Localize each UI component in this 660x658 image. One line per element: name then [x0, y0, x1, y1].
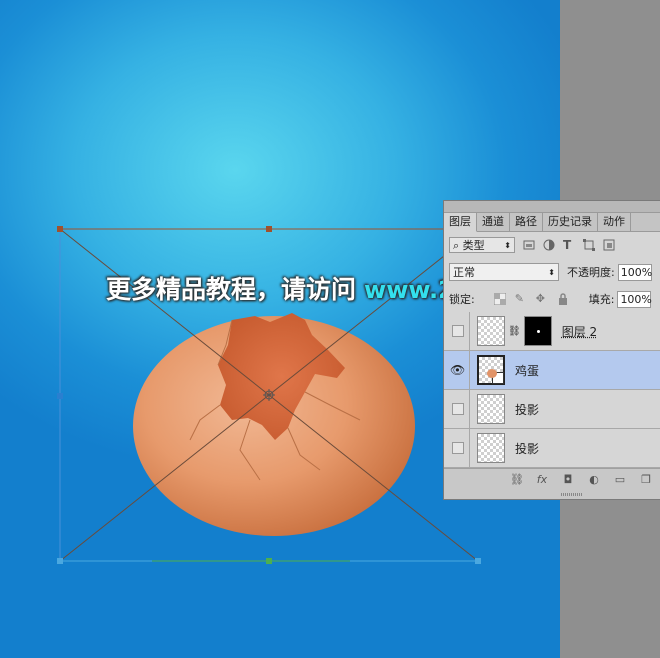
- layers-panel: 图层 通道 路径 历史记录 动作 ⌕ 类型 ⬍ T 正常 ⬍ 不透明度: 100…: [443, 200, 660, 500]
- chevron-updown-icon: ⬍: [504, 241, 511, 250]
- layer-mask-thumbnail[interactable]: [523, 316, 552, 346]
- adjustment-layer-icon[interactable]: ◐: [588, 474, 600, 486]
- layer-name[interactable]: 投影: [515, 401, 539, 418]
- layer-row[interactable]: 投影: [444, 429, 660, 468]
- visibility-toggle[interactable]: 👁: [444, 351, 470, 389]
- layer-name[interactable]: 图层 2: [562, 323, 597, 340]
- egg-thumbnail-icon: [487, 369, 497, 378]
- lock-position-icon[interactable]: ✥: [536, 293, 548, 305]
- layer-thumbnail: [477, 433, 505, 463]
- chevron-updown-icon: ⬍: [548, 268, 555, 277]
- layer-thumbnail: [477, 316, 505, 346]
- tab-history[interactable]: 历史记录: [543, 213, 598, 231]
- tab-layers[interactable]: 图层: [444, 213, 477, 232]
- lock-all-icon[interactable]: [557, 293, 569, 305]
- layers-list: ⛓ 图层 2 👁 鸡蛋 投影 投影: [444, 312, 660, 469]
- search-icon: ⌕: [453, 239, 460, 252]
- fill-label: 填充:: [588, 293, 615, 306]
- link-layers-icon[interactable]: ⛓: [510, 474, 524, 486]
- new-layer-icon[interactable]: ❐: [640, 474, 652, 486]
- visibility-toggle[interactable]: [444, 312, 470, 350]
- lock-transparent-icon[interactable]: [493, 292, 507, 306]
- lock-pixels-icon[interactable]: ✎: [515, 293, 527, 305]
- panel-footer: ⛓ fx ◘ ◐ ▭ ❐: [444, 468, 660, 499]
- image-filter-icon[interactable]: [523, 239, 535, 251]
- panel-tabs: 图层 通道 路径 历史记录 动作: [444, 213, 660, 232]
- link-icon[interactable]: ⛓: [508, 326, 521, 337]
- add-mask-icon[interactable]: ◘: [562, 474, 574, 486]
- blend-mode-label: 正常: [453, 266, 475, 279]
- tab-actions[interactable]: 动作: [598, 213, 631, 231]
- filter-kind-label: 类型: [462, 239, 485, 252]
- tab-paths[interactable]: 路径: [510, 213, 543, 231]
- panel-title-bar[interactable]: [444, 201, 660, 213]
- fx-icon[interactable]: fx: [536, 474, 548, 486]
- layer-name[interactable]: 鸡蛋: [515, 362, 539, 379]
- lock-label: 锁定:: [449, 293, 475, 306]
- layer-thumbnail: [477, 355, 505, 385]
- eye-icon: 👁: [450, 363, 466, 377]
- layer-row[interactable]: 👁 鸡蛋: [444, 351, 660, 390]
- opacity-label: 不透明度:: [567, 266, 615, 279]
- blend-row: 正常 ⬍ 不透明度: 100%: [449, 262, 660, 282]
- layer-name[interactable]: 投影: [515, 440, 539, 457]
- adjustment-filter-icon[interactable]: [543, 239, 555, 251]
- new-group-icon[interactable]: ▭: [614, 474, 626, 486]
- blend-mode-select[interactable]: 正常 ⬍: [449, 263, 559, 281]
- layer-row[interactable]: ⛓ 图层 2: [444, 312, 660, 351]
- shape-filter-icon[interactable]: [583, 239, 595, 251]
- filter-kind-select[interactable]: ⌕ 类型 ⬍: [449, 237, 515, 253]
- filter-row: ⌕ 类型 ⬍ T: [449, 235, 660, 255]
- smart-object-filter-icon[interactable]: [603, 239, 615, 251]
- visibility-toggle[interactable]: [444, 390, 470, 428]
- layer-thumbnail: [477, 394, 505, 424]
- watermark-chinese: 更多精品教程，请访问: [106, 275, 357, 304]
- visibility-toggle[interactable]: [444, 429, 470, 467]
- opacity-field[interactable]: 100%: [617, 263, 652, 281]
- lock-row: 锁定: ✎ ✥ 填充: 100%: [449, 290, 660, 308]
- layer-row[interactable]: 投影: [444, 390, 660, 429]
- resize-grip[interactable]: [561, 493, 583, 496]
- fill-field[interactable]: 100%: [617, 290, 652, 308]
- type-filter-icon[interactable]: T: [563, 239, 575, 251]
- tab-channels[interactable]: 通道: [477, 213, 510, 231]
